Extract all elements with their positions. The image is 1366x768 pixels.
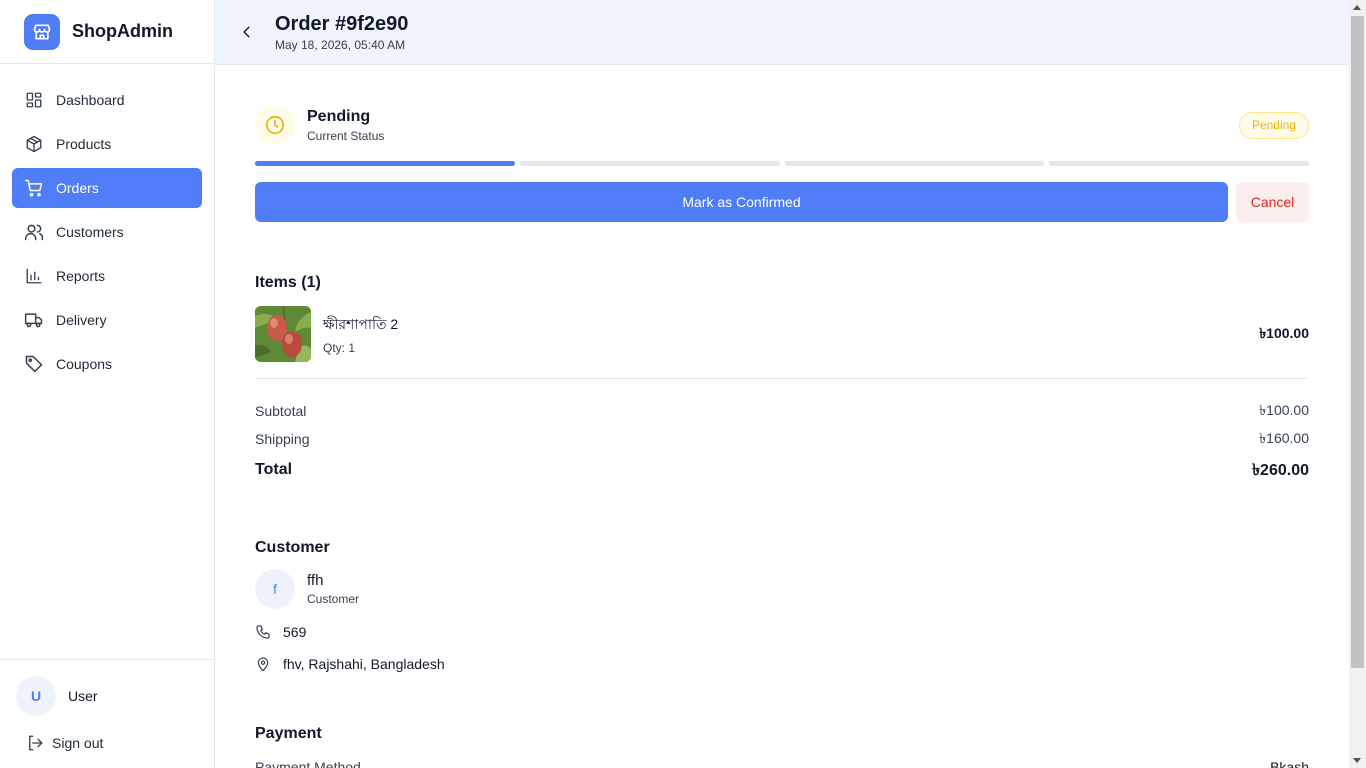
sidebar-nav: Dashboard Products Orders Customers Repo… (0, 64, 214, 404)
total-label: Total (255, 461, 293, 478)
shipping-value: ৳160.00 (1259, 430, 1309, 446)
shipping-label: Shipping (255, 431, 310, 447)
page-title: Order #9f2e90 (275, 12, 409, 35)
customer-role: Customer (307, 592, 360, 606)
sidebar-item-dashboard[interactable]: Dashboard (12, 80, 202, 120)
order-details: Pending Current Status Pending Mark as C… (215, 65, 1349, 768)
sign-out-button[interactable]: Sign out (16, 734, 198, 752)
sidebar-item-delivery[interactable]: Delivery (12, 300, 202, 340)
progress-step (784, 161, 1045, 166)
scroll-up-arrow[interactable] (1353, 5, 1361, 10)
phone-icon (255, 623, 271, 641)
user-name: User (68, 688, 98, 704)
scroll-down-arrow[interactable] (1353, 758, 1361, 763)
order-actions: Mark as Confirmed Cancel (255, 182, 1309, 222)
tag-icon (24, 354, 44, 374)
chevron-left-icon (243, 26, 250, 38)
brand[interactable]: ShopAdmin (0, 0, 214, 64)
subtotal-row: Subtotal ৳100.00 (255, 397, 1309, 425)
cancel-order-button[interactable]: Cancel (1236, 182, 1309, 222)
grid-icon (24, 90, 44, 110)
scroll-thumb[interactable] (1351, 16, 1364, 668)
brand-name: ShopAdmin (72, 21, 173, 41)
progress-step (1049, 161, 1309, 166)
customer-name: ffh (307, 572, 324, 589)
sign-out-icon (26, 734, 44, 752)
avatar: U (16, 676, 56, 716)
product-image (255, 306, 311, 362)
users-icon (24, 222, 44, 242)
subtotal-value: ৳100.00 (1259, 402, 1309, 418)
payment-section: Payment Payment Method Bkash (255, 725, 1309, 768)
customer-address: fhv, Rajshahi, Bangladesh (255, 655, 1309, 673)
sidebar-footer: U User Sign out (0, 659, 214, 768)
payment-method-row: Payment Method Bkash (255, 759, 1309, 768)
order-date: May 18, 2026, 05:40 AM (275, 37, 406, 52)
clock-icon (255, 105, 295, 145)
main-content: Order #9f2e90 May 18, 2026, 05:40 AM Pen… (215, 0, 1349, 768)
item-name: ক্ষীরশাপাতি 2 (323, 316, 399, 332)
store-icon (24, 13, 60, 50)
sidebar-item-label: Customers (56, 224, 124, 240)
items-title: Items (1) (255, 274, 321, 291)
item-qty: Qty: 1 (323, 341, 356, 355)
sidebar-item-label: Orders (56, 180, 99, 196)
sidebar-item-customers[interactable]: Customers (12, 212, 202, 252)
back-button[interactable] (239, 24, 255, 40)
mark-confirmed-button[interactable]: Mark as Confirmed (255, 182, 1228, 222)
page-header: Order #9f2e90 May 18, 2026, 05:40 AM (215, 0, 1349, 65)
box-icon (24, 134, 44, 154)
sidebar: ShopAdmin Dashboard Products Orders Cust… (0, 0, 215, 768)
shipping-row: Shipping ৳160.00 (255, 425, 1309, 453)
sidebar-item-reports[interactable]: Reports (12, 256, 202, 296)
map-pin-icon (255, 655, 271, 673)
status-badge: Pending (1238, 111, 1309, 139)
user-profile[interactable]: U User (16, 676, 198, 716)
cart-icon (24, 178, 44, 198)
sidebar-item-label: Products (56, 136, 112, 152)
customer-phone: 569 (255, 623, 1309, 641)
status-progress (255, 161, 1309, 166)
status-section: Pending Current Status Pending (255, 105, 1309, 145)
sidebar-item-label: Coupons (56, 356, 113, 372)
sidebar-item-label: Dashboard (56, 92, 125, 108)
sidebar-item-label: Delivery (56, 312, 107, 328)
list-item[interactable]: ক্ষীরশাপাতি 2 Qty: 1 ৳100.00 (255, 306, 1309, 379)
truck-icon (24, 310, 44, 330)
progress-step (519, 161, 780, 166)
customer-section: Customer f ffh Customer 569 fhv, Rajshah… (255, 539, 1309, 673)
items-section: Items (1) ক্ষীরশাপাতি 2 Qty: 1 ৳100.00 S… (255, 274, 1309, 487)
status-title: Pending (307, 107, 371, 125)
page-scrollbar[interactable] (1349, 0, 1366, 768)
order-totals: Subtotal ৳100.00 Shipping ৳160.00 Total … (255, 397, 1309, 487)
subtotal-label: Subtotal (255, 403, 307, 419)
total-value: ৳260.00 (1252, 461, 1309, 479)
payment-method-label: Payment Method (255, 759, 361, 768)
sidebar-item-orders[interactable]: Orders (12, 168, 202, 208)
total-row: Total ৳260.00 (255, 453, 1309, 487)
phone-value: 569 (283, 624, 307, 640)
sidebar-item-coupons[interactable]: Coupons (12, 344, 202, 384)
customer-title: Customer (255, 539, 330, 556)
sidebar-item-products[interactable]: Products (12, 124, 202, 164)
bar-chart-icon (24, 266, 44, 286)
customer-profile: f ffh Customer (255, 569, 1309, 609)
payment-title: Payment (255, 725, 322, 742)
progress-step (255, 161, 515, 166)
address-value: fhv, Rajshahi, Bangladesh (283, 656, 445, 672)
item-price: ৳100.00 (1259, 325, 1309, 341)
sidebar-item-label: Reports (56, 268, 106, 284)
status-subtitle: Current Status (307, 128, 385, 143)
sign-out-label: Sign out (52, 735, 104, 751)
payment-method-value: Bkash (1270, 759, 1309, 768)
avatar: f (255, 569, 295, 609)
